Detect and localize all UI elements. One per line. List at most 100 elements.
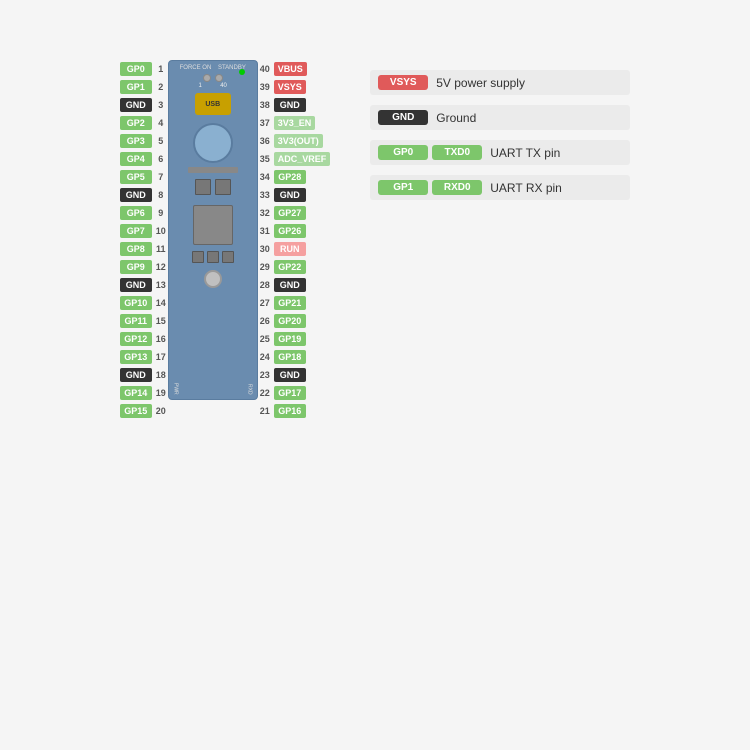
pin-number: 22 bbox=[258, 388, 272, 398]
pin-label: GP15 bbox=[120, 404, 152, 418]
pin-number: 17 bbox=[154, 352, 168, 362]
pin-number: 38 bbox=[258, 100, 272, 110]
pin-label: ADC_VREF bbox=[274, 152, 331, 166]
right-pin-item: 31GP26 bbox=[258, 222, 306, 240]
right-pin-item: 26GP20 bbox=[258, 312, 306, 330]
pin-number: 39 bbox=[258, 82, 272, 92]
legend-pair: VSYS bbox=[378, 75, 428, 90]
pin-label: GP12 bbox=[120, 332, 152, 346]
pin-number: 25 bbox=[258, 334, 272, 344]
pin-label: 3V3(OUT) bbox=[274, 134, 323, 148]
legend-description: Ground bbox=[436, 111, 476, 125]
right-pin-item: 21GP16 bbox=[258, 402, 306, 420]
left-pin-item: GP1115 bbox=[120, 312, 168, 330]
left-pin-item: GP1419 bbox=[120, 384, 168, 402]
pin-number: 37 bbox=[258, 118, 272, 128]
pin-label: GND bbox=[274, 98, 306, 112]
pin-label: GP26 bbox=[274, 224, 306, 238]
legend-badge: VSYS bbox=[378, 75, 428, 90]
pin-label: GP1 bbox=[120, 80, 152, 94]
right-pin-item: 34GP28 bbox=[258, 168, 306, 186]
pin-number: 9 bbox=[154, 208, 168, 218]
pin-number: 32 bbox=[258, 208, 272, 218]
left-pin-item: GP1317 bbox=[120, 348, 168, 366]
left-pin-item: GND3 bbox=[120, 96, 168, 114]
pin-number: 11 bbox=[154, 244, 168, 254]
right-pin-item: 35ADC_VREF bbox=[258, 150, 331, 168]
pin-label: GP11 bbox=[120, 314, 152, 328]
pin-number: 31 bbox=[258, 226, 272, 236]
pin-label: GP20 bbox=[274, 314, 306, 328]
pin-number: 12 bbox=[154, 262, 168, 272]
pin-number: 19 bbox=[154, 388, 168, 398]
pin-label: GND bbox=[274, 368, 306, 382]
pin-label: RUN bbox=[274, 242, 306, 256]
pin-label: GP9 bbox=[120, 260, 152, 274]
pin-label: GP19 bbox=[274, 332, 306, 346]
pin-number: 29 bbox=[258, 262, 272, 272]
pin-label: GP5 bbox=[120, 170, 152, 184]
pin-label: GND bbox=[274, 278, 306, 292]
pin-label: GP3 bbox=[120, 134, 152, 148]
right-pin-item: 30RUN bbox=[258, 240, 306, 258]
left-pin-item: GP01 bbox=[120, 60, 168, 78]
right-pin-item: 23GND bbox=[258, 366, 306, 384]
pin-label: GP2 bbox=[120, 116, 152, 130]
pin-number: 16 bbox=[154, 334, 168, 344]
left-pin-item: GP811 bbox=[120, 240, 168, 258]
left-pin-item: GP24 bbox=[120, 114, 168, 132]
legend-pair: GP0 TXD0 bbox=[378, 145, 482, 160]
pin-number: 27 bbox=[258, 298, 272, 308]
pin-number: 18 bbox=[154, 370, 168, 380]
pin-number: 30 bbox=[258, 244, 272, 254]
left-pin-item: GP57 bbox=[120, 168, 168, 186]
legend-pair: GP1RXD0 bbox=[378, 180, 482, 195]
left-pin-item: GND13 bbox=[120, 276, 168, 294]
left-pin-item: GP1014 bbox=[120, 294, 168, 312]
pin-number: 21 bbox=[258, 406, 272, 416]
page-container: GP01GP12GND3GP24GP35GP46GP57GND8GP69GP71… bbox=[0, 0, 750, 750]
left-pin-item: GP69 bbox=[120, 204, 168, 222]
pin-label: GP18 bbox=[274, 350, 306, 364]
left-pin-item: GP710 bbox=[120, 222, 168, 240]
pin-label: GP7 bbox=[120, 224, 152, 238]
pin-label: GP28 bbox=[274, 170, 306, 184]
board-area: GP01GP12GND3GP24GP35GP46GP57GND8GP69GP71… bbox=[120, 60, 331, 420]
legend-badge: TXD0 bbox=[432, 145, 482, 160]
pin-number: 35 bbox=[258, 154, 272, 164]
right-pin-item: 39VSYS bbox=[258, 78, 306, 96]
pin-label: GND bbox=[120, 188, 152, 202]
board-label-force: FORCE ON STANDBY bbox=[180, 65, 246, 72]
board-main-chip bbox=[193, 205, 233, 245]
pin-number: 40 bbox=[258, 64, 272, 74]
legend-description: UART RX pin bbox=[490, 181, 562, 195]
pin-label: GND bbox=[120, 368, 152, 382]
pin-label: GP4 bbox=[120, 152, 152, 166]
pin-label: GP21 bbox=[274, 296, 306, 310]
right-pin-item: 40VBUS bbox=[258, 60, 307, 78]
legend-description: 5V power supply bbox=[436, 76, 525, 90]
usb-connector: USB bbox=[195, 93, 231, 115]
pin-number: 33 bbox=[258, 190, 272, 200]
standby-led bbox=[239, 69, 245, 75]
pin-label: GP22 bbox=[274, 260, 306, 274]
pin-number: 26 bbox=[258, 316, 272, 326]
legend-badge: GP0 bbox=[378, 145, 428, 160]
legend-row: GP0TXD0UART TX pin bbox=[370, 140, 630, 165]
legend-row: GP1RXD0 UART RX pin bbox=[370, 175, 630, 200]
pin-number: 7 bbox=[154, 172, 168, 182]
pin-label: VSYS bbox=[274, 80, 306, 94]
pin-number: 14 bbox=[154, 298, 168, 308]
main-content: GP01GP12GND3GP24GP35GP46GP57GND8GP69GP71… bbox=[20, 60, 730, 420]
pin-label: GP13 bbox=[120, 350, 152, 364]
pin-number: 5 bbox=[154, 136, 168, 146]
right-pin-item: 38GND bbox=[258, 96, 306, 114]
right-pin-item: 32GP27 bbox=[258, 204, 306, 222]
left-pin-item: GND18 bbox=[120, 366, 168, 384]
pin-number: 4 bbox=[154, 118, 168, 128]
board-bottom bbox=[192, 251, 234, 288]
legend: VSYS5V power supplyGNDGroundGP0TXD0UART … bbox=[370, 70, 630, 200]
right-pin-item: 25GP19 bbox=[258, 330, 306, 348]
pin-label: 3V3_EN bbox=[274, 116, 316, 130]
legend-row: VSYS 5V power supply bbox=[370, 70, 630, 95]
